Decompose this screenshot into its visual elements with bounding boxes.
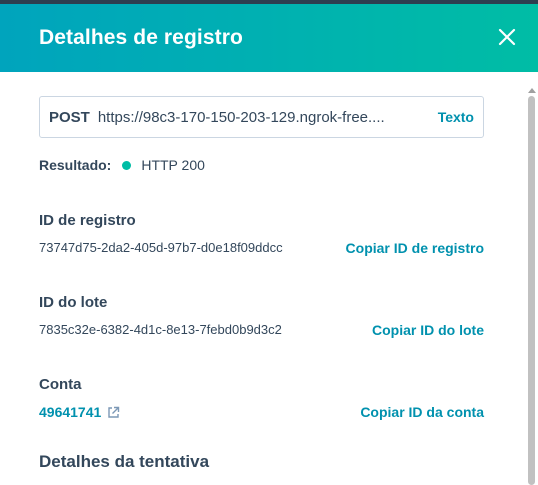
- scroll-up-arrow-icon[interactable]: [527, 86, 537, 94]
- close-button[interactable]: [494, 24, 520, 50]
- account-label: Conta: [39, 376, 82, 393]
- request-url-box: POST https://98c3-170-150-203-129.ngrok-…: [39, 96, 484, 138]
- status-text: HTTP 200: [141, 157, 205, 173]
- request-method: POST: [49, 108, 90, 126]
- scrollbar[interactable]: [526, 86, 538, 485]
- account-id-value: 49641741: [39, 404, 102, 420]
- account-id-link[interactable]: 49641741: [39, 404, 120, 420]
- status-dot-icon: [122, 160, 132, 170]
- log-id-label: ID de registro: [39, 212, 136, 229]
- request-url: https://98c3-170-150-203-129.ngrok-free.…: [97, 108, 385, 126]
- external-link-icon: [107, 406, 120, 419]
- panel-header: Detalhes de registro: [0, 4, 538, 72]
- copy-batch-id-button[interactable]: Copiar ID do lote: [372, 322, 484, 338]
- close-icon: [498, 28, 516, 46]
- attempt-details-heading: Detalhes da tentativa: [39, 452, 210, 471]
- batch-id-value: 7835c32e-6382-4d1c-8e13-7febd0b9d3c2: [39, 322, 282, 337]
- copy-account-id-button[interactable]: Copiar ID da conta: [360, 404, 484, 420]
- panel-title: Detalhes de registro: [39, 26, 243, 49]
- text-format-link[interactable]: Texto: [438, 109, 474, 125]
- result-row: Resultado: HTTP 200: [39, 157, 205, 173]
- batch-id-label: ID do lote: [39, 294, 108, 311]
- log-id-value: 73747d75-2da2-405d-97b7-d0e18f09ddcc: [39, 240, 283, 255]
- scrollbar-thumb[interactable]: [528, 96, 535, 485]
- copy-log-id-button[interactable]: Copiar ID de registro: [346, 240, 484, 256]
- result-label: Resultado:: [39, 157, 112, 173]
